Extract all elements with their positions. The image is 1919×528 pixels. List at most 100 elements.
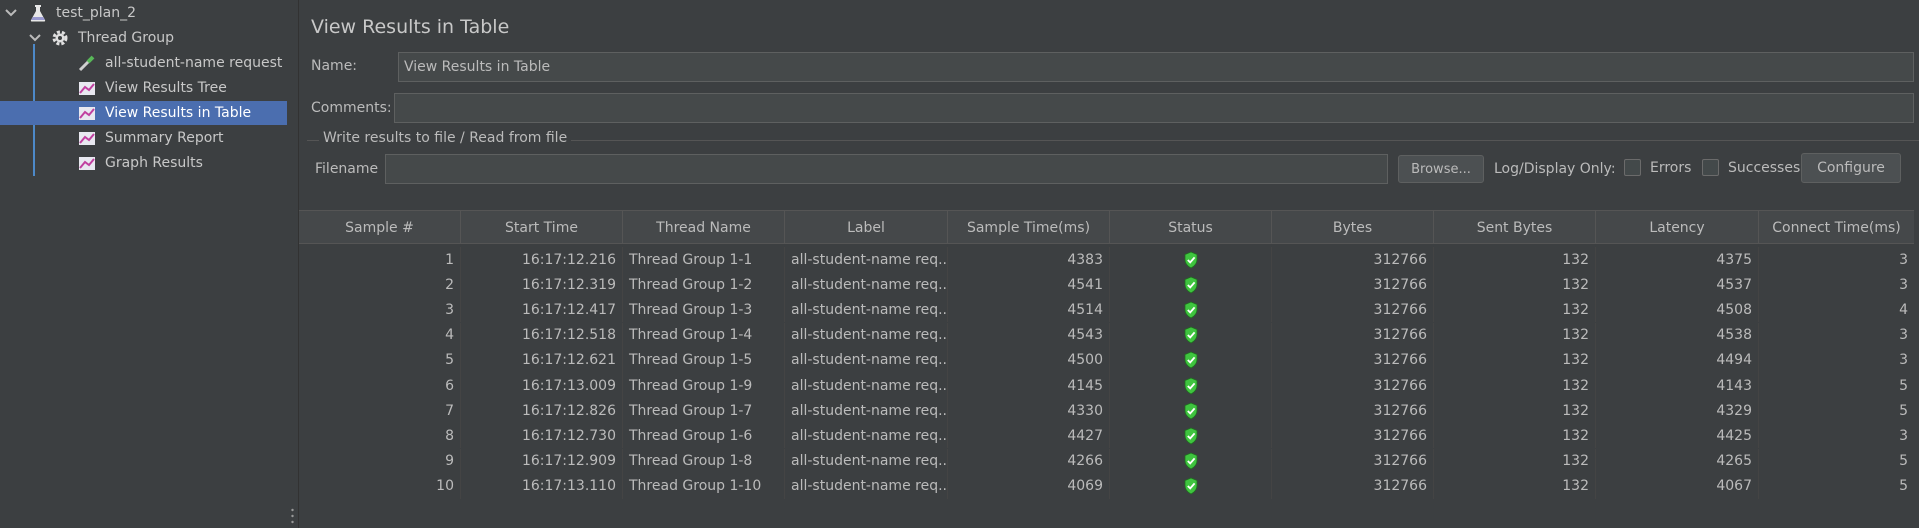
cell-start-time: 16:17:12.909 xyxy=(461,448,623,474)
tree-item-label: View Results in Table xyxy=(105,105,252,121)
listener-chart-icon xyxy=(79,107,95,120)
results-table: Sample # Start Time Thread Name Label Sa… xyxy=(299,210,1919,528)
filename-field[interactable] xyxy=(385,154,1388,184)
column-header-status[interactable]: Status xyxy=(1110,211,1272,244)
filename-label: Filename xyxy=(315,161,379,177)
column-header-sent-bytes[interactable]: Sent Bytes xyxy=(1434,211,1596,244)
table-row[interactable]: 5 16:17:12.621 Thread Group 1-5 all-student… xyxy=(299,347,1914,373)
tree-item-summary-report[interactable]: Summary Report xyxy=(0,126,287,150)
cell-thread-name: Thread Group 1-4 xyxy=(623,322,785,348)
tree-item-label: all-student-name request xyxy=(105,55,283,71)
cell-start-time: 16:17:12.216 xyxy=(461,247,623,272)
cell-connect-time: 5 xyxy=(1899,402,1908,419)
cell-label: all-student-name req... xyxy=(785,297,948,323)
table-row[interactable]: 6 16:17:13.009 Thread Group 1-9 all-student… xyxy=(299,373,1914,398)
gear-icon xyxy=(52,30,68,46)
cell-status xyxy=(1110,473,1272,499)
cell-latency: 4375 xyxy=(1596,247,1759,272)
cell-thread-name: Thread Group 1-9 xyxy=(623,373,785,398)
table-row[interactable]: 9 16:17:12.909 Thread Group 1-8 all-student… xyxy=(299,448,1914,474)
name-field[interactable]: View Results in Table xyxy=(398,52,1914,82)
cell-label: all-student-name req... xyxy=(785,272,948,298)
tree-item-graph-results[interactable]: Graph Results xyxy=(0,151,287,175)
listener-chart-icon xyxy=(79,132,95,145)
configure-button[interactable]: Configure xyxy=(1801,153,1901,183)
chevron-down-icon[interactable] xyxy=(4,6,18,20)
cell-sample-time: 4514 xyxy=(948,297,1110,323)
cell-label: all-student-name req... xyxy=(785,398,948,424)
table-row[interactable]: 8 16:17:12.730 Thread Group 1-6 all-student… xyxy=(299,423,1914,449)
pipette-icon xyxy=(78,55,95,72)
success-shield-icon xyxy=(1184,251,1197,268)
success-shield-icon xyxy=(1184,452,1197,470)
cell-status xyxy=(1110,347,1272,373)
column-header-label[interactable]: Label xyxy=(785,211,948,244)
cell-bytes: 312766 xyxy=(1272,272,1434,298)
column-header-start-time[interactable]: Start Time xyxy=(461,211,623,244)
cell-start-time: 16:17:12.518 xyxy=(461,322,623,348)
table-row[interactable]: 3 16:17:12.417 Thread Group 1-3 all-student… xyxy=(299,297,1914,323)
cell-bytes: 312766 xyxy=(1272,373,1434,398)
comments-field[interactable] xyxy=(394,93,1914,123)
cell-connect-time: 5 xyxy=(1899,453,1908,470)
tree-item-test-plan[interactable]: test_plan_2 xyxy=(0,1,287,25)
cell-sample-time: 4145 xyxy=(948,373,1110,398)
cell-sent-bytes: 132 xyxy=(1434,398,1596,424)
cell-sent-bytes: 132 xyxy=(1434,347,1596,373)
column-header-thread-name[interactable]: Thread Name xyxy=(623,211,785,244)
column-header-latency[interactable]: Latency xyxy=(1596,211,1759,244)
cell-sample: 4 xyxy=(299,322,461,348)
page-title: View Results in Table xyxy=(311,16,510,38)
browse-button[interactable]: Browse... xyxy=(1398,155,1484,183)
table-row[interactable]: 4 16:17:12.518 Thread Group 1-4 all-student… xyxy=(299,322,1914,348)
column-header-connect-time[interactable]: Connect Time(ms) xyxy=(1759,211,1914,244)
cell-thread-name: Thread Group 1-8 xyxy=(623,448,785,474)
cell-latency: 4538 xyxy=(1596,322,1759,348)
table-row[interactable]: 7 16:17:12.826 Thread Group 1-7 all-student… xyxy=(299,398,1914,424)
cell-thread-name: Thread Group 1-3 xyxy=(623,297,785,323)
tree-item-view-results-table[interactable]: View Results in Table xyxy=(0,101,287,125)
drag-handle-icon[interactable] xyxy=(291,508,294,524)
successes-checkbox[interactable] xyxy=(1702,159,1719,176)
cell-label: all-student-name req... xyxy=(785,473,948,499)
cell-bytes: 312766 xyxy=(1272,423,1434,449)
column-header-sample-time[interactable]: Sample Time(ms) xyxy=(948,211,1110,244)
cell-sample-time: 4427 xyxy=(948,423,1110,449)
success-shield-icon xyxy=(1184,477,1197,495)
table-row[interactable]: 2 16:17:12.319 Thread Group 1-2 all-student… xyxy=(299,272,1914,298)
tree-item-request[interactable]: all-student-name request xyxy=(0,51,287,75)
cell-bytes: 312766 xyxy=(1272,473,1434,499)
column-header-bytes[interactable]: Bytes xyxy=(1272,211,1434,244)
success-shield-icon xyxy=(1184,427,1197,445)
cell-label: all-student-name req... xyxy=(785,373,948,398)
cell-label: all-student-name req... xyxy=(785,448,948,474)
cell-latency: 4265 xyxy=(1596,448,1759,474)
cell-sample: 5 xyxy=(299,347,461,373)
table-row[interactable]: 1 16:17:12.216 Thread Group 1-1 all-student… xyxy=(299,247,1914,272)
cell-start-time: 16:17:12.621 xyxy=(461,347,623,373)
jmeter-window: test_plan_2 Thread Group all-student-nam… xyxy=(0,0,1919,528)
name-label: Name: xyxy=(311,58,358,74)
cell-label: all-student-name req... xyxy=(785,347,948,373)
cell-label: all-student-name req... xyxy=(785,423,948,449)
tree-item-view-results-tree[interactable]: View Results Tree xyxy=(0,76,287,100)
cell-sample: 2 xyxy=(299,272,461,298)
tree-item-thread-group[interactable]: Thread Group xyxy=(0,26,287,50)
errors-checkbox[interactable] xyxy=(1624,159,1641,176)
cell-label: all-student-name req... xyxy=(785,322,948,348)
flask-icon xyxy=(30,5,46,22)
column-header-sample[interactable]: Sample # xyxy=(299,211,461,244)
results-panel: View Results in Table Name: View Results… xyxy=(299,0,1919,528)
cell-sent-bytes: 132 xyxy=(1434,247,1596,272)
cell-bytes: 312766 xyxy=(1272,448,1434,474)
chevron-down-icon[interactable] xyxy=(28,31,42,45)
splitter[interactable] xyxy=(287,0,299,528)
tree-item-label: View Results Tree xyxy=(105,80,227,96)
cell-connect-time: 3 xyxy=(1899,427,1908,444)
cell-start-time: 16:17:12.826 xyxy=(461,398,623,424)
cell-sample-time: 4069 xyxy=(948,473,1110,499)
table-row[interactable]: 10 16:17:13.110 Thread Group 1-10 all-stude… xyxy=(299,473,1914,499)
success-shield-icon xyxy=(1184,301,1197,319)
test-plan-tree: test_plan_2 Thread Group all-student-nam… xyxy=(0,0,287,528)
cell-latency: 4494 xyxy=(1596,347,1759,373)
